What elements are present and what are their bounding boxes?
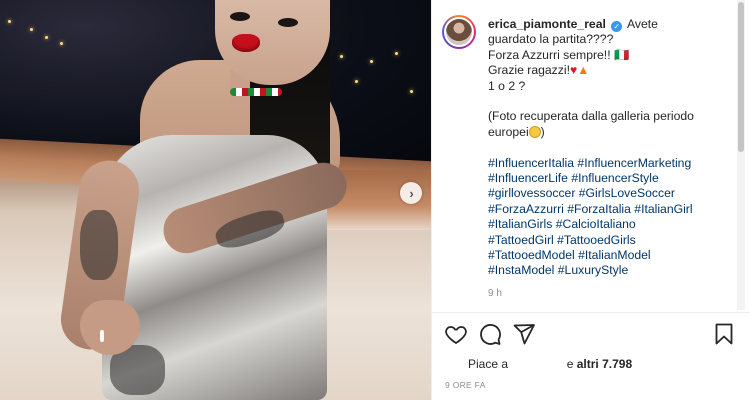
caption-first-line: erica_piamonte_real ✓ Avete <box>488 17 724 32</box>
divider <box>432 312 750 313</box>
caption-scrollbar[interactable] <box>737 0 745 310</box>
city-light <box>8 20 11 23</box>
hashtag-line[interactable]: #ItalianGirls #CalcioItaliano <box>488 217 724 232</box>
city-light <box>395 52 398 55</box>
city-light <box>30 28 33 31</box>
eye <box>230 12 250 21</box>
likes-prefix: Piace a <box>468 357 509 371</box>
verified-badge-icon: ✓ <box>611 21 623 32</box>
hashtag-line[interactable]: #TattoedGirl #TattooedGirls <box>488 233 724 248</box>
city-light <box>410 90 413 93</box>
caption-text: Grazie ragazzi! <box>488 63 570 78</box>
red-lips <box>232 34 260 52</box>
caption-area: erica_piamonte_real ✓ Avete guardato la … <box>432 0 732 312</box>
avatar[interactable] <box>442 15 476 49</box>
caption-text: ) <box>540 124 545 139</box>
caption: erica_piamonte_real ✓ Avete guardato la … <box>488 17 724 279</box>
caption-text: (Foto recuperata dalla galleria periodo <box>488 109 694 124</box>
save-button[interactable] <box>712 322 736 346</box>
hashtag-line[interactable]: #TattooedModel #ItalianModel <box>488 248 724 263</box>
comment-button[interactable] <box>478 322 502 346</box>
comment-bubble-icon <box>480 324 501 345</box>
hashtag-line[interactable]: #ForzaAzzurri #ForzaItalia #ItalianGirl <box>488 202 724 217</box>
heart-outline-icon <box>445 326 467 345</box>
city-light <box>340 55 343 58</box>
arm-tattoo <box>80 210 118 280</box>
hashtag-line[interactable]: #InstaModel #LuxuryStyle <box>488 263 724 278</box>
like-button[interactable] <box>444 322 468 346</box>
caption-line: Grazie ragazzi!♥▲ <box>488 63 724 78</box>
next-image-button[interactable]: › <box>400 182 422 204</box>
likes-summary: Piace a e altri 7.798 <box>468 357 632 371</box>
caption-line: europei) <box>488 125 724 140</box>
caption-text: guardato la partita???? <box>488 32 614 47</box>
likes-count-link[interactable]: altri 7.798 <box>577 357 632 371</box>
hashtag-line[interactable]: #InfluencerLife #InfluencerStyle <box>488 171 724 186</box>
caption-text: europei <box>488 124 529 139</box>
caption-gap <box>488 140 724 155</box>
avatar-image <box>444 17 474 47</box>
post-sidebar: erica_piamonte_real ✓ Avete guardato la … <box>431 0 750 400</box>
likes-conjunction: e <box>566 357 574 371</box>
tricolor-choker <box>230 88 282 96</box>
fire-emoji: ▲ <box>577 63 590 78</box>
person-figure <box>40 0 353 400</box>
relative-time[interactable]: 9 h <box>488 288 502 299</box>
city-light <box>355 80 358 83</box>
bookmark-icon <box>715 323 733 345</box>
scrollbar-thumb[interactable] <box>738 2 744 152</box>
post-photo[interactable]: › <box>0 0 431 400</box>
caption-text: Forza Azzurri sempre!! 🇮🇹 <box>488 47 630 62</box>
chevron-right-icon: › <box>409 185 414 201</box>
caption-text: 1 o 2 ? <box>488 78 526 93</box>
hashtag-line[interactable]: #girllovessoccer #GirlsLoveSoccer <box>488 186 724 201</box>
grinning-face-emoji <box>528 125 541 138</box>
caption-gap <box>488 94 724 109</box>
share-button[interactable] <box>512 322 536 346</box>
paper-plane-icon <box>513 324 535 345</box>
hashtag-line[interactable]: #InfluencerItalia #InfluencerMarketing <box>488 156 724 171</box>
nails <box>100 330 104 342</box>
city-light <box>370 60 373 63</box>
username-link[interactable]: erica_piamonte_real <box>488 17 606 31</box>
caption-text: Avete <box>627 17 658 31</box>
action-bar <box>444 322 734 350</box>
eye <box>278 18 298 27</box>
post-time[interactable]: 9 ORE FA <box>445 380 486 390</box>
